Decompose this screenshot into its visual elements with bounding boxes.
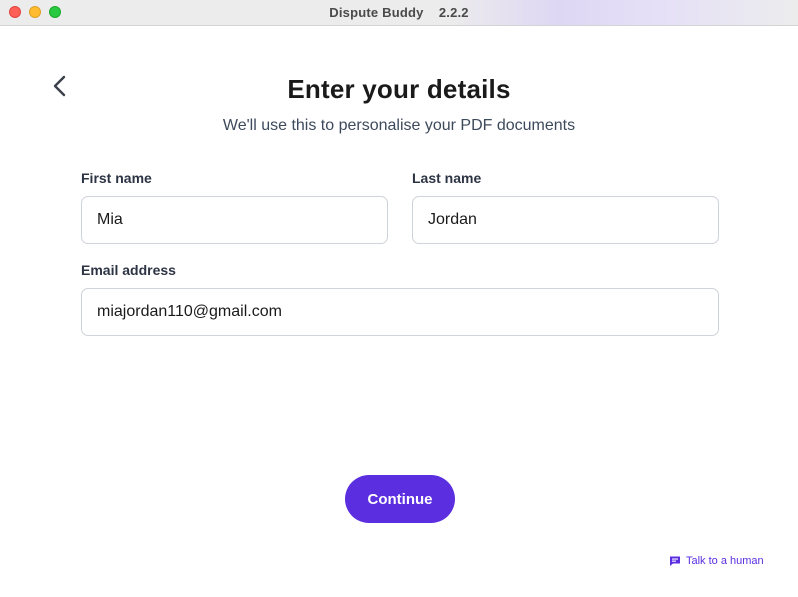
page-title: Enter your details (287, 74, 511, 104)
first-name-input[interactable] (81, 196, 388, 244)
continue-button[interactable]: Continue (345, 475, 455, 523)
title-bar: Dispute Buddy 2.2.2 (0, 0, 798, 26)
talk-to-human-label: Talk to a human (686, 555, 764, 567)
last-name-label: Last name (412, 170, 482, 186)
talk-to-human-link[interactable]: Talk to a human (669, 554, 764, 568)
email-input[interactable] (81, 288, 719, 336)
email-label: Email address (81, 262, 176, 278)
first-name-label: First name (81, 170, 152, 186)
app-window: Dispute Buddy 2.2.2 Enter your details W… (0, 0, 798, 597)
chat-bubble-icon (670, 556, 680, 566)
page-subtitle: We'll use this to personalise your PDF d… (222, 117, 576, 134)
last-name-input[interactable] (412, 196, 719, 244)
window-title: Dispute Buddy 2.2.2 (329, 5, 469, 20)
